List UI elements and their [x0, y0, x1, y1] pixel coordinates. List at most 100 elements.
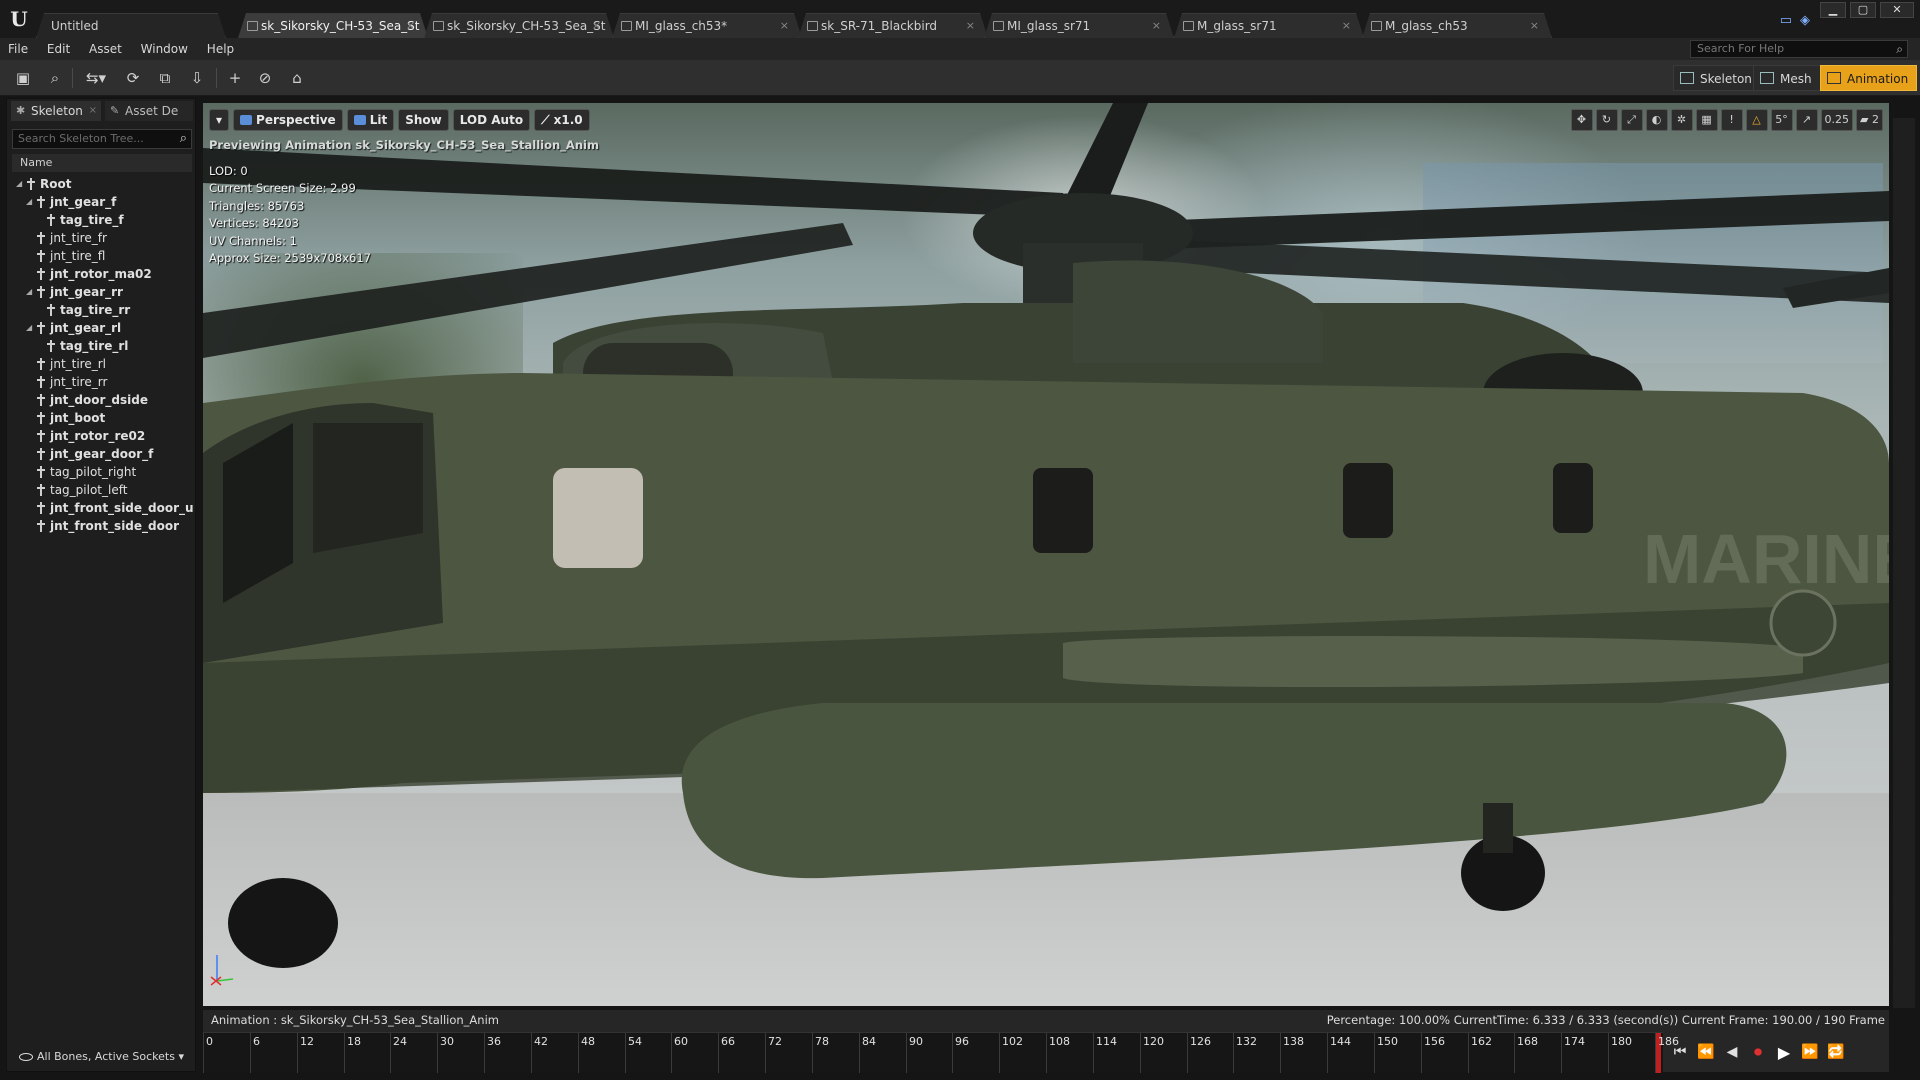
lod-button[interactable]: LOD Auto [452, 109, 531, 131]
bone-tree-row[interactable]: jnt_front_side_door [12, 517, 194, 535]
expand-arrow-icon[interactable]: ◢ [26, 283, 32, 301]
loop-button[interactable]: 🔁 [1827, 1044, 1845, 1060]
bone-tree-row[interactable]: jnt_front_side_door_uppe [12, 499, 194, 517]
play-reverse-button[interactable]: ◀ [1723, 1044, 1741, 1060]
chat-icon[interactable]: ▭ [1780, 13, 1792, 28]
scale-icon[interactable]: ⤢ [1620, 109, 1643, 131]
expand-arrow-icon[interactable]: ◢ [26, 193, 32, 211]
tab-close-icon[interactable]: × [966, 14, 975, 38]
source-control-icon[interactable]: ◈ [1800, 13, 1810, 28]
record-button[interactable]: ⏺ [1749, 1042, 1767, 1062]
scale-snap-icon[interactable]: ↗ [1795, 109, 1818, 131]
animation-viewport[interactable]: MARINES ▾ Perspective Lit Show LOD Auto … [203, 103, 1889, 1006]
document-tab-label: M_glass_sr71 [1197, 19, 1277, 33]
rotation-snap-icon[interactable]: △ [1745, 109, 1768, 131]
bone-tree-row[interactable]: jnt_gear_door_f [12, 445, 194, 463]
expand-arrow-icon[interactable]: ◢ [16, 175, 22, 193]
bone-tree-row[interactable]: tag_pilot_left [12, 481, 194, 499]
step-forward-button[interactable]: ⏩ [1801, 1044, 1819, 1060]
save-icon[interactable]: ▣ [12, 67, 34, 89]
rotation-snap-value[interactable]: 5° [1770, 109, 1793, 131]
menu-edit[interactable]: Edit [39, 38, 77, 60]
tab-asset-details[interactable]: ✎ Asset De [105, 101, 193, 121]
document-tab[interactable]: MI_glass_sr71 × [984, 13, 1174, 38]
close-window-button[interactable]: ✕ [1880, 2, 1914, 18]
bone-tree-row[interactable]: jnt_tire_rl [12, 355, 194, 373]
bone-tree-row[interactable]: ◢ jnt_gear_rr [12, 283, 194, 301]
reimport-icon[interactable]: ⇆▾ [80, 67, 112, 89]
unreal-logo-icon[interactable]: U [6, 6, 32, 32]
bone-tree-row[interactable]: jnt_tire_fl [12, 247, 194, 265]
bone-tree-row[interactable]: tag_tire_rl [12, 337, 194, 355]
tab-close-icon[interactable]: × [1530, 14, 1539, 38]
document-tab[interactable]: sk_Sikorsky_CH-53_Sea_St × [424, 13, 614, 38]
grid-value-icon[interactable]: ! [1720, 109, 1743, 131]
bone-tree-row[interactable]: ◢ jnt_gear_rl [12, 319, 194, 337]
menu-asset[interactable]: Asset [81, 38, 129, 60]
bone-tree-row[interactable]: jnt_tire_fr [12, 229, 194, 247]
skip-to-start-button[interactable]: ⏮ [1671, 1044, 1689, 1060]
show-button[interactable]: Show [398, 109, 449, 131]
find-in-content-browser-icon[interactable]: ⌕ [44, 67, 66, 89]
animation-info: Animation : sk_Sikorsky_CH-53_Sea_Stalli… [203, 1010, 1889, 1030]
skeleton-tab-icon: ✱ [16, 104, 26, 117]
skeleton-search-input[interactable]: Search Skeleton Tree... ⌕ [12, 129, 192, 149]
menu-file[interactable]: File [0, 38, 35, 60]
tab-close-icon[interactable]: × [1342, 14, 1351, 38]
bone-tree-row[interactable]: jnt_boot [12, 409, 194, 427]
bone-tree-row[interactable]: jnt_door_dside [12, 391, 194, 409]
bone-name: jnt_gear_rl [50, 321, 122, 335]
playback-speed-button[interactable]: ⟋ x1.0 [534, 109, 590, 131]
surface-snap-icon[interactable]: ✲ [1670, 109, 1693, 131]
help-search-input[interactable]: Search For Help ⌕ [1690, 40, 1908, 58]
bone-tree-row[interactable]: jnt_rotor_ma02 [12, 265, 194, 283]
add-key-icon[interactable]: + [224, 67, 246, 89]
maximize-button[interactable]: ▢ [1850, 2, 1876, 18]
grid-snap-icon[interactable]: ▦ [1695, 109, 1718, 131]
apply-icon[interactable]: ⊘ [254, 67, 276, 89]
camera-speed-button[interactable]: ▰ 2 [1856, 109, 1883, 131]
step-back-button[interactable]: ⏪ [1697, 1044, 1715, 1060]
animation-mode-button[interactable]: Animation [1820, 65, 1918, 91]
document-tab[interactable]: sk_SR-71_Blackbird × [798, 13, 988, 38]
menu-window[interactable]: Window [133, 38, 195, 60]
mesh-mode-button[interactable]: Mesh [1753, 65, 1821, 91]
world-local-icon[interactable]: ◐ [1645, 109, 1668, 131]
tab-close-icon[interactable]: × [592, 14, 601, 38]
tab-close-icon[interactable]: × [780, 14, 789, 38]
bone-tree-row[interactable]: jnt_tire_rr [12, 373, 194, 391]
tab-skeleton[interactable]: ✱ Skeleton × [11, 101, 101, 121]
bone-tree-row[interactable]: ◢ jnt_gear_f [12, 193, 194, 211]
bone-tree-row[interactable]: jnt_rotor_re02 [12, 427, 194, 445]
export-asset-icon[interactable]: ⧉ [154, 67, 176, 89]
document-tab[interactable]: MI_glass_ch53* × [612, 13, 802, 38]
rotate-icon[interactable]: ↻ [1595, 109, 1618, 131]
viewport-options-button[interactable]: ▾ [209, 109, 230, 131]
tab-close-icon[interactable]: × [89, 101, 97, 121]
play-button[interactable]: ▶ [1775, 1043, 1793, 1062]
menu-help[interactable]: Help [199, 38, 241, 60]
translate-icon[interactable]: ✥ [1570, 109, 1593, 131]
bone-tree-row[interactable]: tag_tire_rr [12, 301, 194, 319]
scale-snap-value[interactable]: 0.25 [1820, 109, 1854, 131]
bone-filter-dropdown[interactable]: All Bones, Active Sockets ▾ [19, 1050, 184, 1063]
document-tab[interactable]: Untitled [36, 13, 226, 38]
perspective-button[interactable]: Perspective [233, 109, 343, 131]
document-tab[interactable]: sk_Sikorsky_CH-53_Sea_St × [238, 13, 428, 38]
document-tab[interactable]: M_glass_sr71 × [1174, 13, 1364, 38]
bone-tree-row[interactable]: ◢ Root [12, 175, 194, 193]
document-tab[interactable]: M_glass_ch53 × [1362, 13, 1552, 38]
tab-close-icon[interactable]: × [1152, 14, 1161, 38]
apply-compression-icon[interactable]: ⟳ [122, 67, 144, 89]
create-asset-icon[interactable]: ⇩ [186, 67, 208, 89]
minimize-button[interactable]: ▁ [1820, 2, 1846, 18]
expand-arrow-icon[interactable]: ◢ [26, 319, 32, 337]
skeleton-mode-button[interactable]: Skeleton [1673, 65, 1761, 91]
right-collapsed-panel[interactable] [1893, 118, 1915, 1008]
tab-close-icon[interactable]: × [406, 14, 415, 38]
bone-tree-row[interactable]: tag_tire_f [12, 211, 194, 229]
bone-tree-row[interactable]: tag_pilot_right [12, 463, 194, 481]
lit-button[interactable]: Lit [346, 109, 395, 131]
make-home-icon[interactable]: ⌂ [286, 67, 308, 89]
timeline-scrubber[interactable]: 0 6 12 18 24 30 36 42 48 54 60 66 72 78 84 90 96 102 108 11… [203, 1032, 1679, 1073]
